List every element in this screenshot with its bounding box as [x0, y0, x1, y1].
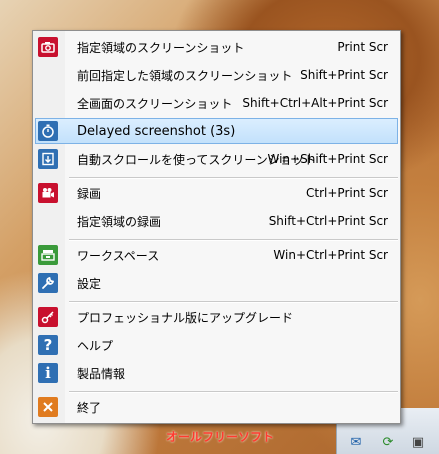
mail-tray-icon[interactable]: ✉: [348, 436, 364, 450]
video-camera-icon: [38, 183, 58, 203]
menu-item-fullscreen-screenshot[interactable]: 全画面のスクリーンショット Shift+Ctrl+Alt+Print Scr: [35, 90, 398, 116]
menu-item-settings[interactable]: 設定: [35, 270, 398, 296]
menu-separator: [69, 301, 398, 303]
menu-item-scroll-screenshot[interactable]: 自動スクロールを使ってスクリーンショット Win+Shift+Print Scr: [35, 146, 398, 172]
wallpaper-text: オールフリーソフト: [166, 430, 275, 444]
menu-item-label: ワークスペース: [77, 248, 160, 263]
wrench-icon: [38, 273, 58, 293]
menu-item-label: 録画: [77, 186, 102, 201]
network-tray-icon[interactable]: ▣: [410, 436, 426, 450]
menu-item-label: 指定領域の録画: [77, 214, 162, 229]
sync-tray-icon[interactable]: ⟳: [380, 436, 396, 450]
info-icon: i: [38, 363, 58, 383]
menu-item-label: Delayed screenshot (3s): [77, 123, 236, 139]
menu-item-label: 全画面のスクリーンショット: [77, 96, 233, 111]
menu-item-exit[interactable]: 終了: [35, 394, 398, 420]
menu-item-label: 製品情報: [77, 366, 126, 381]
menu-item-label: 前回指定した領域のスクリーンショット: [77, 68, 293, 83]
menu-item-label: 設定: [77, 276, 102, 291]
menu-item-label: 指定領域のスクリーンショット: [77, 40, 245, 55]
context-menu: 指定領域のスクリーンショット Print Scr 前回指定した領域のスクリーンシ…: [32, 30, 401, 424]
menu-item-label: ヘルプ: [77, 338, 114, 353]
menu-item-shortcut: Win+Ctrl+Print Scr: [273, 248, 388, 262]
menu-item-region-screenshot[interactable]: 指定領域のスクリーンショット Print Scr: [35, 34, 398, 60]
menu-item-shortcut: Win+Shift+Print Scr: [267, 152, 389, 166]
menu-item-label: プロフェッショナル版にアップグレード: [77, 310, 294, 325]
menu-item-region-record[interactable]: 指定領域の録画 Shift+Ctrl+Print Scr: [35, 208, 398, 234]
timer-icon: [38, 121, 58, 141]
menu-item-shortcut: Shift+Ctrl+Print Scr: [268, 214, 388, 228]
menu-item-shortcut: Shift+Ctrl+Alt+Print Scr: [242, 96, 388, 110]
menu-item-shortcut: Ctrl+Print Scr: [306, 186, 388, 200]
camera-icon: [38, 37, 58, 57]
key-icon: [38, 307, 58, 327]
menu-item-previous-region-screenshot[interactable]: 前回指定した領域のスクリーンショット Shift+Print Scr: [35, 62, 398, 88]
menu-item-label: 終了: [77, 400, 102, 415]
menu-item-upgrade[interactable]: プロフェッショナル版にアップグレード: [35, 304, 398, 330]
menu-item-product-info[interactable]: i 製品情報: [35, 360, 398, 386]
menu-item-shortcut: Print Scr: [337, 40, 388, 54]
menu-separator: [69, 177, 398, 179]
help-icon: ?: [38, 335, 58, 355]
exit-icon: [38, 397, 58, 417]
scroll-capture-icon: [38, 149, 58, 169]
menu-separator: [69, 239, 398, 241]
menu-item-delayed-screenshot[interactable]: Delayed screenshot (3s): [35, 118, 398, 144]
menu-item-record[interactable]: 録画 Ctrl+Print Scr: [35, 180, 398, 206]
menu-separator: [69, 391, 398, 393]
workspace-icon: [38, 245, 58, 265]
menu-item-shortcut: Shift+Print Scr: [300, 68, 388, 82]
menu-item-workspace[interactable]: ワークスペース Win+Ctrl+Print Scr: [35, 242, 398, 268]
menu-item-help[interactable]: ? ヘルプ: [35, 332, 398, 358]
